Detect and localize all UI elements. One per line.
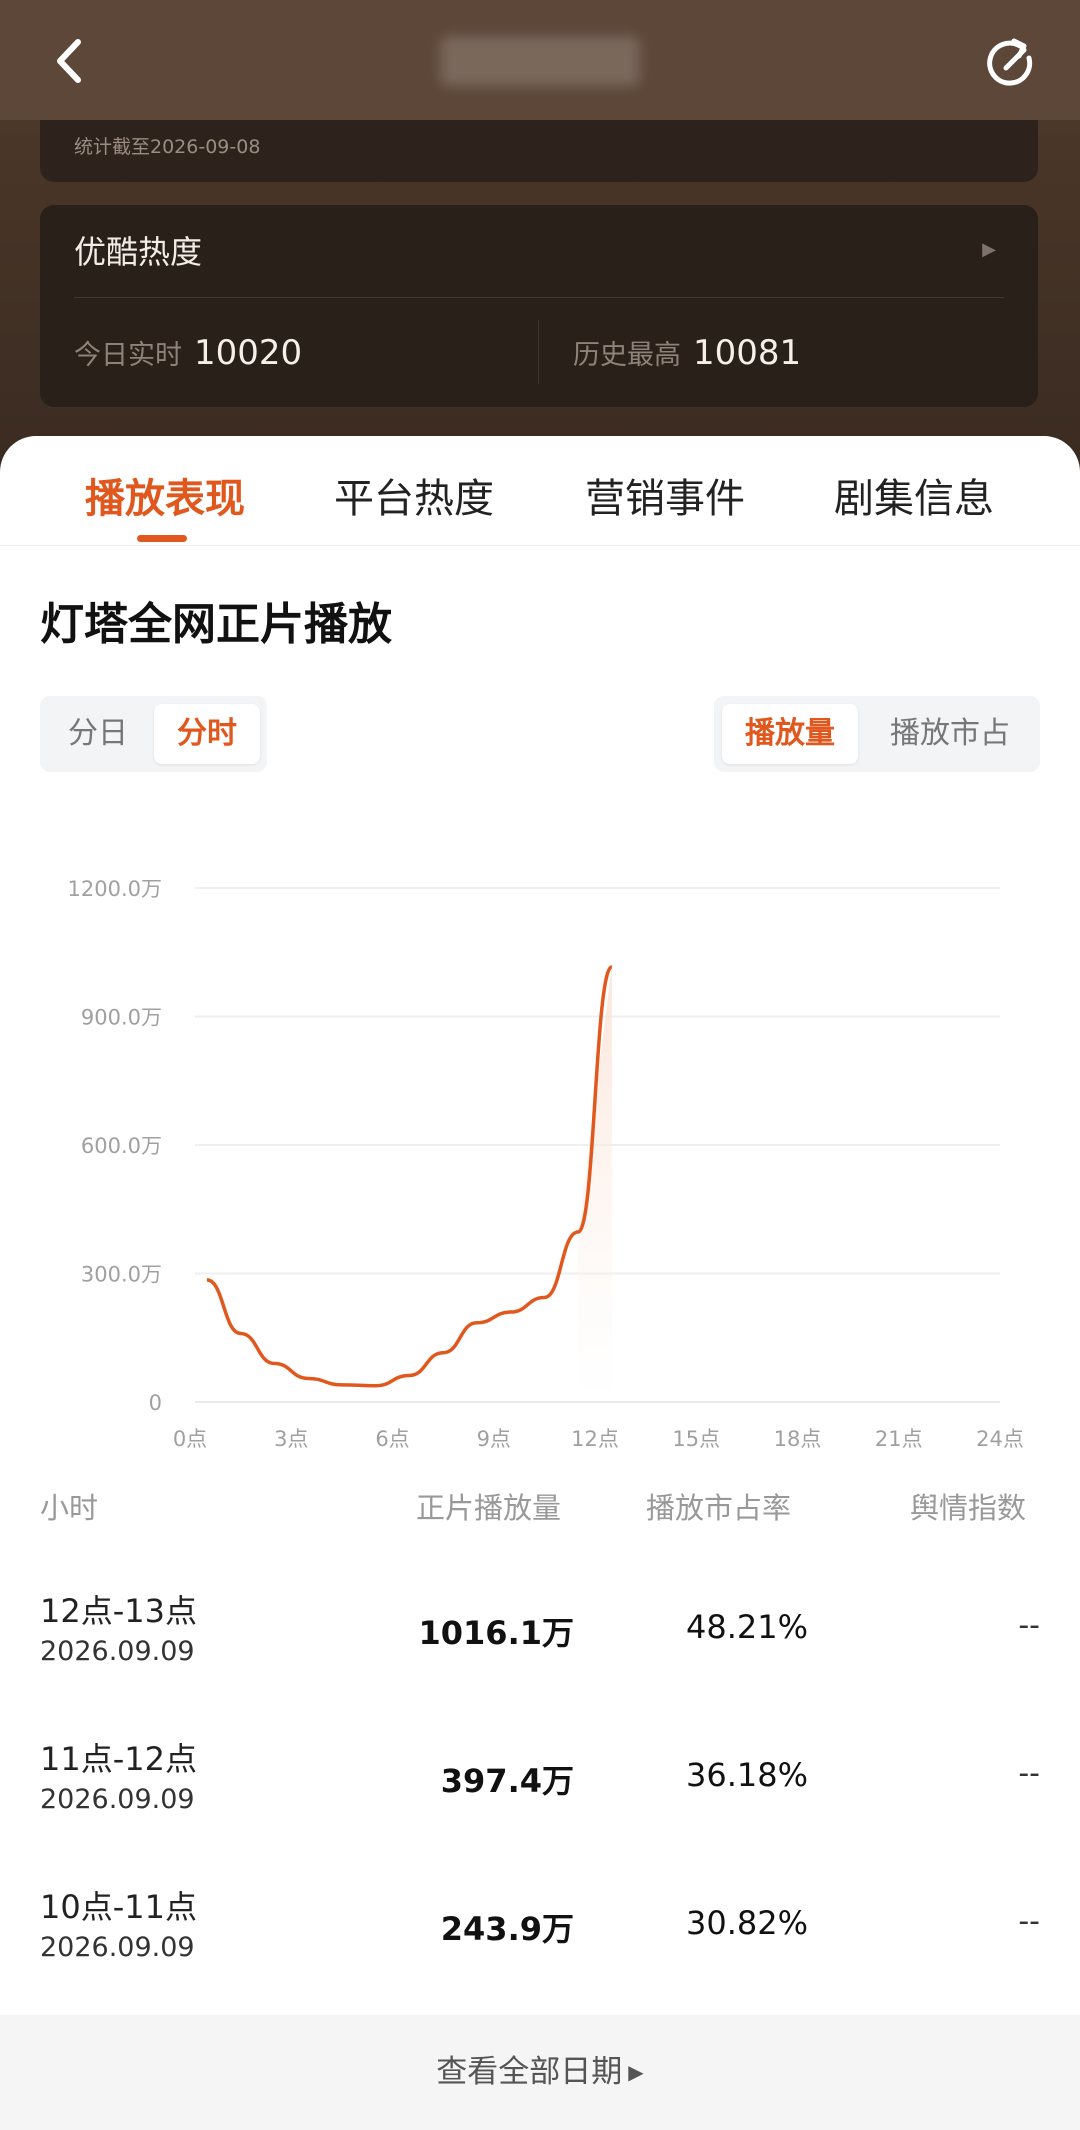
y-tick-label: 600.0万 [81,1134,162,1158]
heat-history-label: 历史最高 [573,340,681,371]
highlight-area [578,966,612,1402]
heat-today-value: 10020 [194,333,303,373]
row-sentiment: -- [1018,1904,1040,1939]
x-tick-label: 24点 [976,1427,1024,1451]
stat-date: 统计截至2026-09-08 [74,136,261,158]
content-sheet: 播放表现 平台热度 营销事件 剧集信息 灯塔全网正片播放 分日 分时 播放量 播… [0,436,1080,2130]
row-sentiment: -- [1018,1608,1040,1643]
row-share: 30.82% [685,1904,808,1942]
heat-history-value: 10081 [693,333,802,373]
row-plays: 243.9万 [440,1910,574,1948]
heat-today-label: 今日实时 [74,340,182,371]
row-share: 36.18% [685,1756,808,1794]
row-hour: 10点-11点 [40,1888,197,1926]
row-hour: 11点-12点 [40,1740,197,1778]
col-header-plays: 正片播放量 [416,1491,562,1525]
y-tick-label: 1200.0万 [68,877,162,901]
table-row[interactable]: 12点-13点 2026.09.09 1016.1万 48.21% -- [0,1586,1080,1734]
row-hour: 12点-13点 [40,1592,197,1630]
row-plays: 397.4万 [440,1762,574,1800]
col-header-sentiment: 舆情指数 [910,1491,1027,1525]
divider [74,297,1004,298]
table-row[interactable]: 11点-12点 2026.09.09 397.4万 36.18% -- [0,1734,1080,1882]
x-tick-label: 3点 [274,1427,308,1451]
col-header-hour: 小时 [40,1491,99,1525]
heat-today: 今日实时 10020 [74,333,302,373]
row-date: 2026.09.09 [40,1932,195,1963]
x-tick-label: 18点 [774,1427,822,1451]
x-tick-label: 15点 [672,1427,720,1451]
divider [538,320,539,384]
row-date: 2026.09.09 [40,1636,195,1667]
y-tick-label: 900.0万 [81,1006,162,1030]
view-all-dates-label: 查看全部日期 [436,2054,623,2090]
share-refresh-icon[interactable] [984,36,1038,90]
stat-card: 统计截至2026-09-08 [40,120,1038,182]
x-tick-label: 9点 [477,1427,511,1451]
heat-history: 历史最高 10081 [573,333,801,373]
y-tick-label: 0 [149,1391,162,1415]
series-line [206,965,614,1388]
play-line-chart: 0 300.0万 600.0万 900.0万 1200.0万 0点 3点 6点 9点 12点 15点… [68,877,1024,1451]
chevron-right-icon: ▶ [982,239,996,260]
y-tick-label: 300.0万 [81,1263,162,1287]
youku-heat-card[interactable]: 优酷热度 ▶ 今日实时 10020 历史最高 10081 [40,205,1038,407]
x-tick-label: 6点 [375,1427,409,1451]
table-row[interactable]: 10点-11点 2026.09.09 243.9万 30.82% -- [0,1882,1080,2030]
x-tick-label: 21点 [875,1427,923,1451]
view-all-dates-button[interactable]: 查看全部日期 ▶ [0,2015,1080,2130]
nav-bar [0,0,1080,120]
col-header-share: 播放市占率 [646,1491,792,1525]
heat-title: 优酷热度 [74,233,203,271]
row-share: 48.21% [685,1608,808,1646]
page-title-blurred [440,36,640,86]
caret-right-icon: ▶ [628,2060,644,2084]
row-plays: 1016.1万 [418,1614,575,1652]
row-date: 2026.09.09 [40,1784,195,1815]
x-tick-label: 12点 [571,1427,619,1451]
x-tick-label: 0点 [173,1427,207,1451]
row-sentiment: -- [1018,1756,1040,1791]
back-icon[interactable] [52,34,102,88]
